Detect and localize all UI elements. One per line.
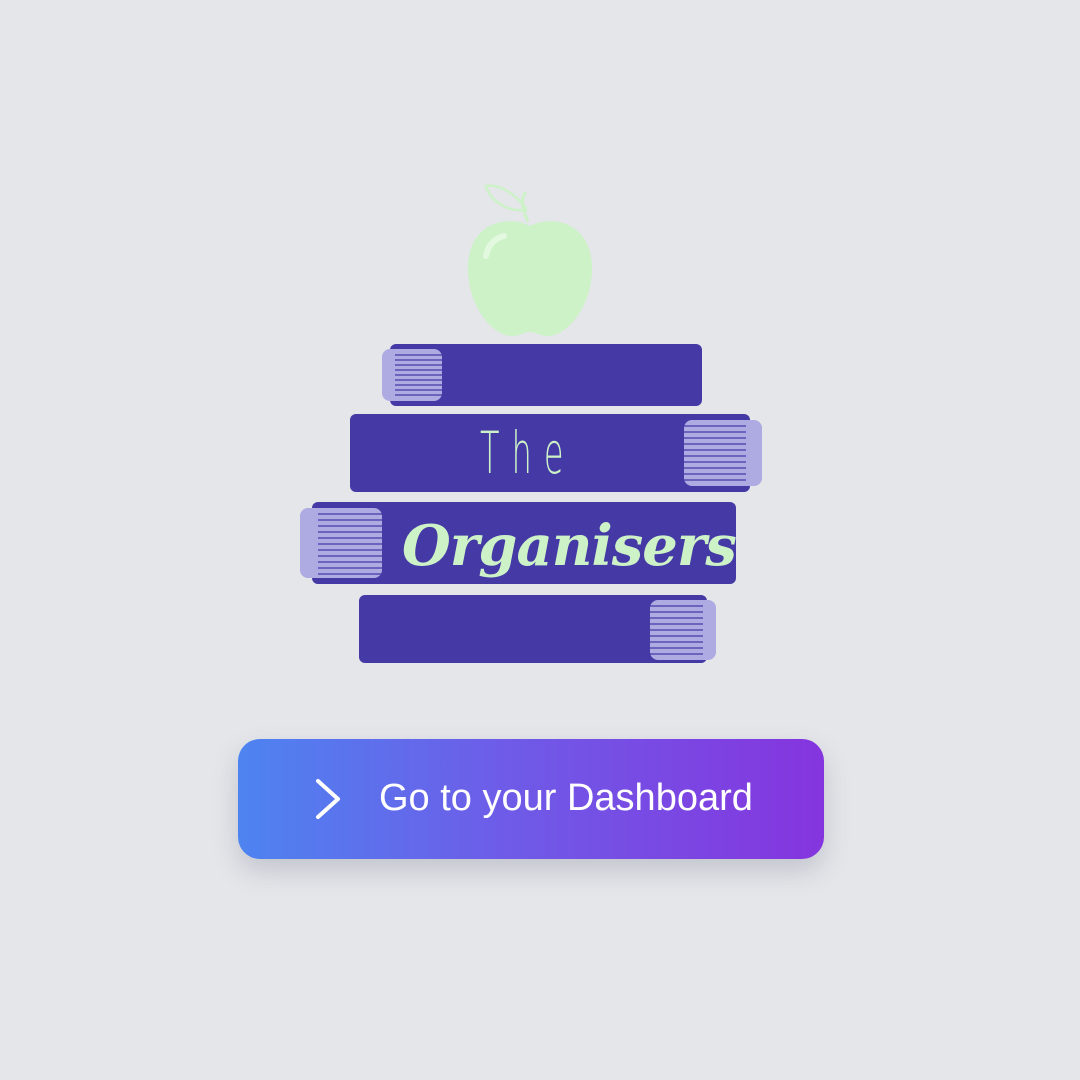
logo-title-the: The bbox=[480, 419, 576, 487]
landing-page: The Organisers Go to your Dashboard bbox=[0, 0, 1080, 1080]
logo-title-organisers: Organisers bbox=[402, 513, 737, 579]
go-to-dashboard-label: Go to your Dashboard bbox=[379, 777, 753, 819]
chevron-right-icon bbox=[316, 779, 340, 819]
book-stack-icon bbox=[300, 184, 762, 663]
apple-icon bbox=[467, 184, 593, 336]
the-organisers-logo: The Organisers bbox=[0, 0, 1080, 700]
